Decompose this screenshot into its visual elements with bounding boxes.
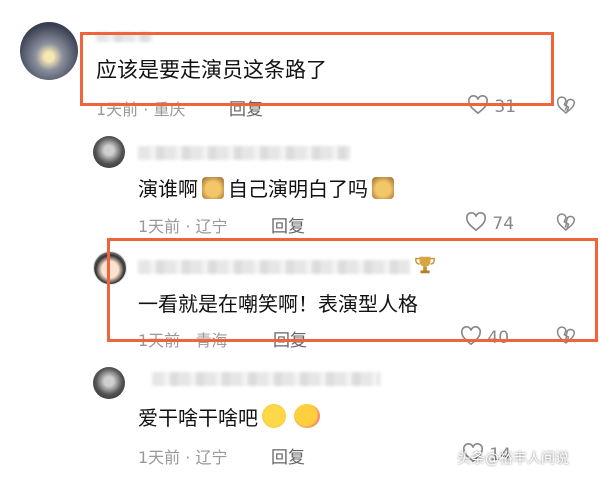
comment-text-main: 爱干啥干啥吧 xyxy=(138,406,258,430)
comment-location: 辽宁 xyxy=(195,448,228,467)
watermark: 头条@裕丰人间说 xyxy=(457,451,569,467)
broken-heart-icon xyxy=(556,96,576,115)
separator: · xyxy=(185,217,191,236)
like-count: 74 xyxy=(492,214,515,234)
avatar[interactable] xyxy=(93,367,125,399)
avatar[interactable] xyxy=(93,136,125,168)
laughing-emoji-icon xyxy=(262,404,286,428)
broken-heart-icon xyxy=(556,213,576,232)
comment-text: 演谁啊 自己演明白了吗 xyxy=(138,173,398,202)
comment-text: 爱干啥干啥吧 xyxy=(138,402,324,431)
reply-button[interactable]: 回复 xyxy=(271,212,305,237)
dislike-button[interactable] xyxy=(556,213,576,233)
heart-outline-icon xyxy=(466,212,486,232)
username-blurred[interactable] xyxy=(152,372,380,386)
highlight-box xyxy=(80,32,554,106)
comment-location: 辽宁 xyxy=(195,217,228,236)
separator: · xyxy=(185,448,191,467)
comment-meta: 1天前 · 辽宁 xyxy=(138,213,227,237)
dislike-button[interactable] xyxy=(556,96,576,116)
highlight-box xyxy=(107,238,598,342)
avatar[interactable] xyxy=(20,22,78,80)
reply-button[interactable]: 回复 xyxy=(271,443,305,468)
comment-time: 1天前 xyxy=(138,448,181,467)
cat-emoji-icon xyxy=(372,177,394,199)
hug-emoji-icon xyxy=(294,404,320,428)
comment-text-part-2: 自己演明白了吗 xyxy=(228,177,368,201)
comment-time: 1天前 xyxy=(138,217,181,236)
like-button[interactable]: 74 xyxy=(465,212,514,234)
cat-emoji-icon xyxy=(202,177,224,199)
username-blurred[interactable] xyxy=(138,146,350,160)
comment-meta: 1天前 · 辽宁 xyxy=(138,444,227,468)
comment-text-part-1: 演谁啊 xyxy=(138,177,198,201)
